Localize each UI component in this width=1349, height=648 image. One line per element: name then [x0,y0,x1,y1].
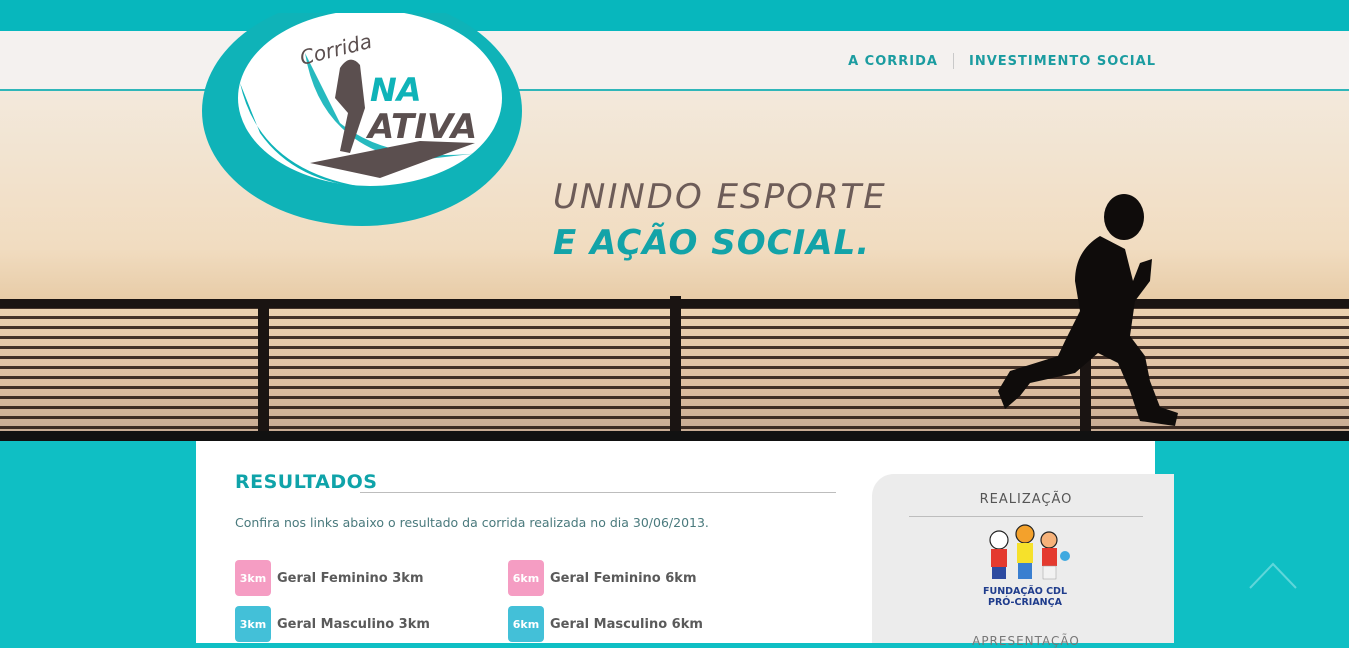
main-nav: A CORRIDA INVESTIMENTO SOCIAL [848,53,1156,69]
result-link-masculino-3km[interactable]: 3km Geral Masculino 3km [235,606,430,642]
title-divider [360,492,836,493]
fundacao-cdl-logo[interactable]: FUNDAÇÃO CDL PRÓ-CRIANÇA [977,524,1073,610]
sidebar: REALIZAÇÃO FUNDAÇÃO CDL PRÓ-CRIANÇA APRE… [872,474,1174,648]
svg-text:ATIVA: ATIVA [365,107,477,147]
distance-badge: 6km [508,606,544,642]
site-logo[interactable]: Corrida NA ATIVA [200,0,525,229]
svg-text:PRÓ-CRIANÇA: PRÓ-CRIANÇA [988,596,1063,608]
nav-divider [952,53,954,69]
results-intro: Confira nos links abaixo o resultado da … [235,515,709,530]
svg-text:FUNDAÇÃO CDL: FUNDAÇÃO CDL [983,586,1067,597]
distance-badge: 6km [508,560,544,596]
hero-slogan: UNINDO ESPORTE E AÇÃO SOCIAL. [553,177,887,263]
distance-badge: 3km [235,560,271,596]
svg-text:NA: NA [370,71,422,109]
result-link-feminino-3km[interactable]: 3km Geral Feminino 3km [235,560,424,596]
sidebar-divider [909,516,1143,517]
result-label: Geral Masculino 6km [550,616,703,632]
scroll-up-icon[interactable] [1248,560,1298,590]
slogan-line1: UNINDO ESPORTE [553,177,887,217]
result-label: Geral Feminino 3km [277,570,424,586]
sidebar-next-heading: APRESENTAÇÃO [972,634,1080,648]
nav-a-corrida[interactable]: A CORRIDA [848,54,938,69]
hero-bottom-bar [0,431,1349,441]
result-label: Geral Feminino 6km [550,570,697,586]
result-link-masculino-6km[interactable]: 6km Geral Masculino 6km [508,606,703,642]
sidebar-title: REALIZAÇÃO [979,492,1073,507]
result-link-feminino-6km[interactable]: 6km Geral Feminino 6km [508,560,697,596]
nav-investimento-social[interactable]: INVESTIMENTO SOCIAL [969,54,1156,69]
result-label: Geral Masculino 3km [277,616,430,632]
slogan-line2: E AÇÃO SOCIAL. [553,223,871,263]
results-title: RESULTADOS [235,471,378,493]
distance-badge: 3km [235,606,271,642]
